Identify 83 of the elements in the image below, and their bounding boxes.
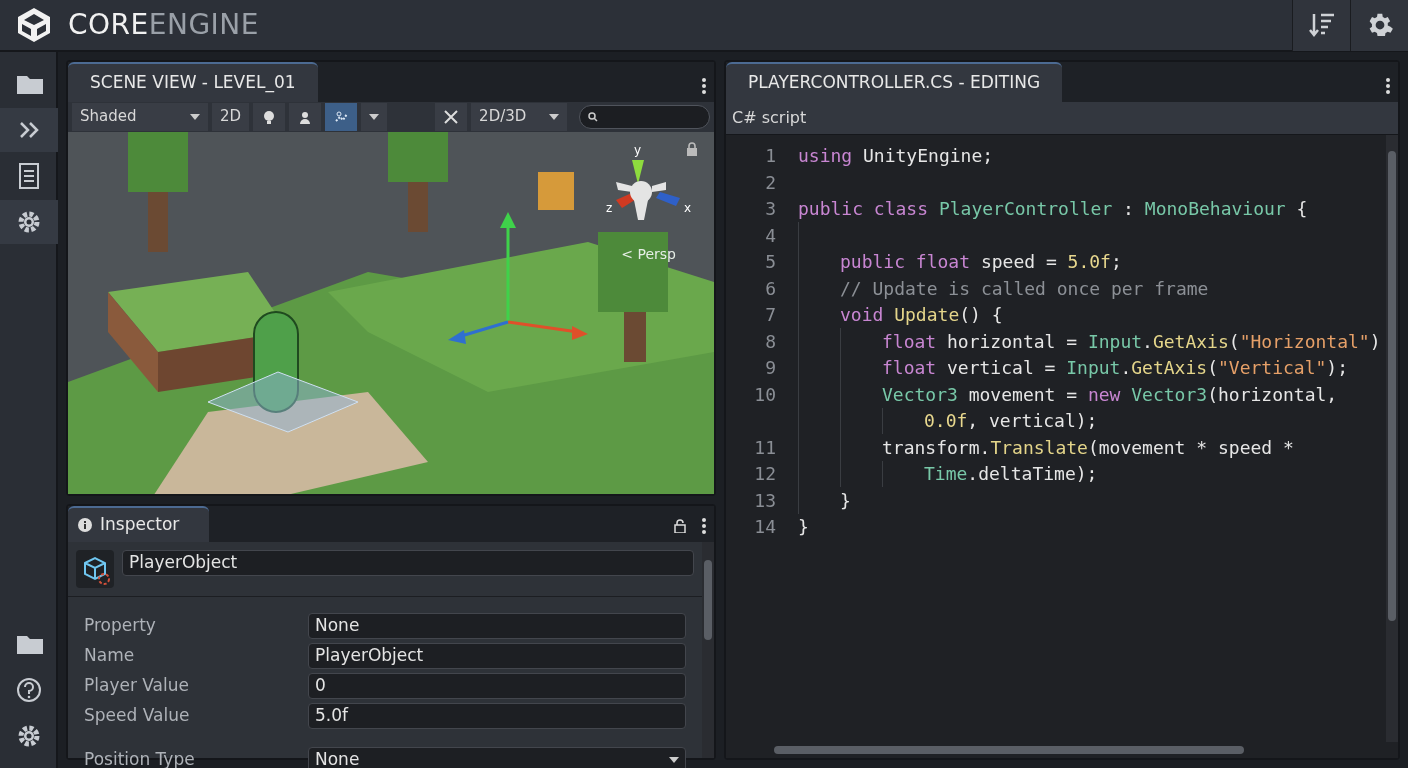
- logo-icon: [16, 6, 52, 44]
- sidebar-button[interactable]: [0, 108, 58, 152]
- object-name-field[interactable]: PlayerObject: [122, 549, 694, 576]
- code-line: Time.deltaTime);: [924, 462, 1098, 487]
- cube-icon: [76, 549, 114, 588]
- code-line: float horizontal = Input.GetAxis("Horizontal"): [882, 329, 1381, 354]
- line-number: 5: [764, 250, 777, 275]
- code-line: using UnityEngine;: [798, 144, 994, 169]
- z-axis-label: z: [606, 200, 613, 215]
- toggle-button[interactable]: 2D: [212, 102, 250, 131]
- scene-viewport[interactable]: y z x < Persp: [68, 131, 714, 494]
- caret-icon: [669, 756, 679, 763]
- dropdown[interactable]: Shaded: [72, 102, 208, 131]
- dropdown-button[interactable]: [361, 102, 388, 131]
- help-icon: [15, 676, 43, 704]
- scrollbar[interactable]: [702, 541, 714, 758]
- property-field[interactable]: PlayerObject: [308, 642, 686, 669]
- dropdown[interactable]: 2D/3D: [471, 102, 568, 131]
- code-editor[interactable]: [726, 134, 1386, 742]
- sort-icon: [1306, 11, 1337, 39]
- line-number: 13: [753, 488, 777, 513]
- toolbar-button[interactable]: [325, 102, 358, 131]
- line-number: 1: [764, 144, 777, 169]
- app-title-suffix: ENGINE: [148, 7, 259, 43]
- scrollbar[interactable]: [1386, 134, 1398, 742]
- app-title: CORE: [68, 7, 149, 43]
- line-number: 2: [764, 170, 777, 195]
- code-line: }: [798, 515, 809, 540]
- x-axis-label: x: [684, 200, 692, 215]
- code-line: void Update() {: [840, 303, 1003, 328]
- code-line: transform.Translate(movement * speed *: [882, 435, 1294, 460]
- property-label: Player Value: [84, 673, 190, 697]
- y-axis-label: y: [634, 142, 642, 157]
- sidebar-button[interactable]: [0, 200, 58, 244]
- toolbar-button[interactable]: [435, 102, 468, 131]
- sort-button[interactable]: [1292, 0, 1350, 51]
- more-icon[interactable]: [702, 517, 706, 534]
- projection-label[interactable]: < Persp: [621, 243, 676, 265]
- property-label: Name: [84, 643, 136, 667]
- horizontal-scrollbar[interactable]: [774, 746, 1244, 754]
- line-number: 3: [764, 197, 777, 222]
- editor-tab[interactable]: PLAYERCONTROLLER.CS - EDITING: [726, 62, 1063, 102]
- line-number: 9: [764, 356, 777, 381]
- settings-button[interactable]: [1350, 0, 1408, 51]
- line-number: 6: [764, 276, 777, 301]
- code-line: 0.0f, vertical);: [924, 409, 1098, 434]
- caret-icon: [190, 113, 200, 120]
- more-icon[interactable]: [702, 77, 706, 94]
- search-icon: [588, 111, 599, 122]
- line-number: 11: [753, 435, 777, 460]
- property-label: Position Type: [84, 747, 196, 768]
- line-number: 7: [764, 303, 777, 328]
- line-number: 14: [753, 515, 777, 540]
- code-line: float vertical = Input.GetAxis("Vertical");: [882, 356, 1349, 381]
- code-line: }: [840, 488, 851, 513]
- code-line: public class PlayerController : MonoBehaviour {: [798, 197, 1308, 222]
- line-number: 12: [753, 462, 777, 487]
- property-field[interactable]: 0: [308, 672, 686, 699]
- code-line: Vector3 movement = new Vector3(horizontal,: [882, 382, 1338, 407]
- lock-icon[interactable]: [674, 518, 686, 533]
- search-field[interactable]: [579, 104, 710, 129]
- line-number: 4: [764, 223, 777, 248]
- property-field[interactable]: None: [308, 612, 686, 639]
- property-label: Speed Value: [84, 703, 191, 727]
- line-number: 8: [764, 329, 777, 354]
- toolbar-button[interactable]: [289, 102, 322, 131]
- scene-view-tab[interactable]: SCENE VIEW - LEVEL_01: [68, 62, 318, 102]
- tools-icon: [443, 108, 460, 125]
- code-line: public float speed = 5.0f;: [840, 250, 1122, 275]
- inspector-tab[interactable]: Inspector: [68, 506, 210, 542]
- caret-icon: [369, 113, 380, 120]
- toolbar-button[interactable]: [253, 102, 286, 131]
- property-label: Property: [84, 613, 157, 637]
- property-field[interactable]: 5.0f: [308, 702, 686, 729]
- info-icon: [78, 517, 92, 532]
- file-type-label: C# script: [732, 107, 807, 127]
- inspector-tab-label: Inspector: [100, 513, 180, 536]
- caret-icon: [549, 113, 560, 120]
- code-line: // Update is called once per frame: [840, 276, 1209, 301]
- more-icon[interactable]: [1386, 77, 1390, 94]
- property-dropdown[interactable]: None: [308, 746, 686, 768]
- line-number: 10: [753, 382, 777, 407]
- axis-gizmo-drawing[interactable]: [616, 159, 680, 220]
